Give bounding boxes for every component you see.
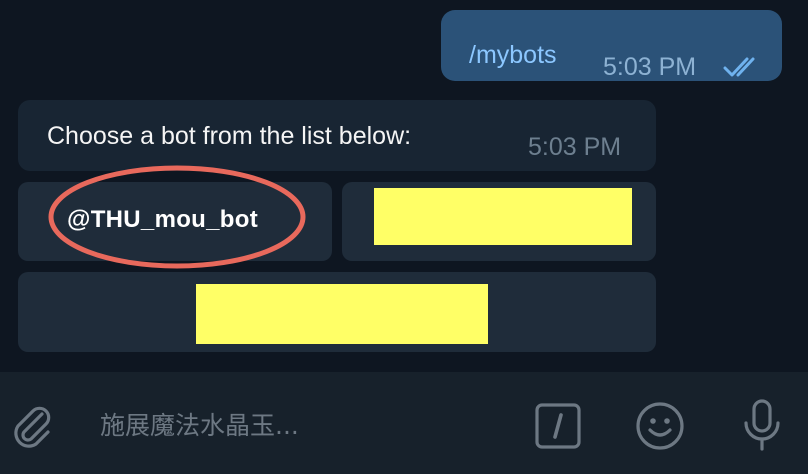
message-input[interactable]: 施展魔法水晶玉... — [100, 410, 299, 442]
command-icon[interactable] — [534, 402, 582, 450]
redaction-box — [374, 188, 632, 245]
outgoing-message-text[interactable]: /mybots — [469, 40, 557, 70]
incoming-message-time: 5:03 PM — [528, 133, 622, 161]
incoming-message-bubble[interactable]: Choose a bot from the list below: 5:03 P… — [18, 100, 656, 171]
message-composer: 施展魔法水晶玉... — [0, 372, 808, 474]
outgoing-message-bubble[interactable]: /mybots 5:03 PM — [441, 10, 782, 81]
redaction-box — [196, 284, 488, 344]
emoji-icon[interactable] — [634, 400, 686, 452]
inline-button-redacted-1[interactable] — [342, 182, 656, 261]
double-check-icon — [723, 57, 755, 77]
outgoing-message-time: 5:03 PM — [603, 53, 697, 81]
inline-button-thu-mou-bot[interactable]: @THU_mou_bot — [18, 182, 332, 261]
microphone-icon[interactable] — [740, 398, 784, 452]
inline-button-label: @THU_mou_bot — [67, 206, 258, 233]
chat-area: /mybots 5:03 PM Choose a bot from the li… — [0, 0, 808, 372]
inline-button-redacted-2[interactable] — [18, 272, 656, 352]
incoming-message-text: Choose a bot from the list below: — [47, 122, 412, 150]
paperclip-icon[interactable] — [8, 402, 56, 450]
